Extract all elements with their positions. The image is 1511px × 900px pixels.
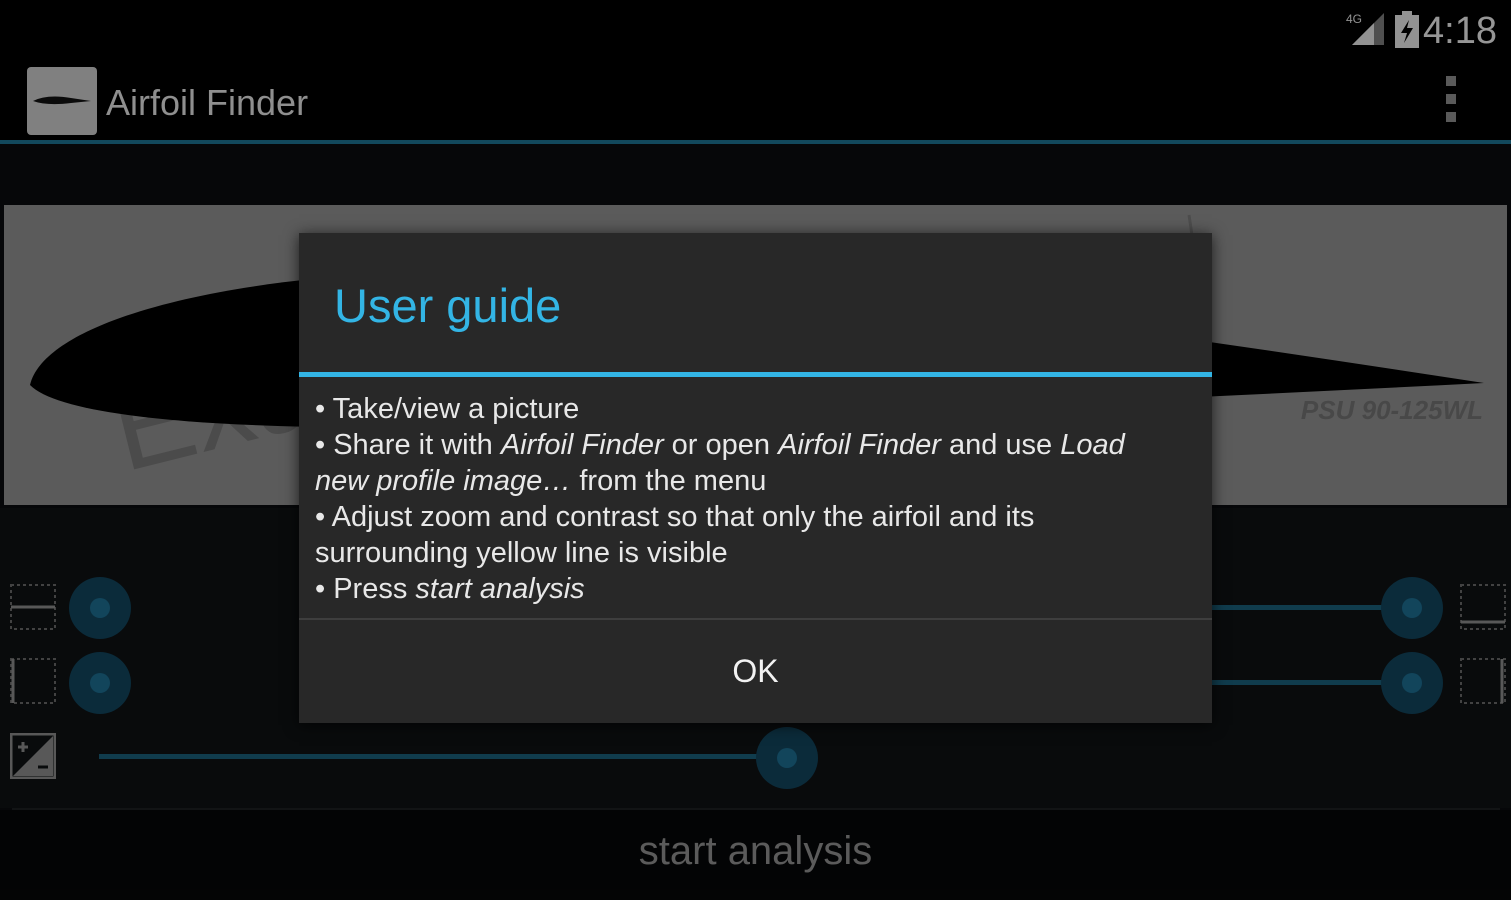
guide-item-3: • Adjust zoom and contrast so that only … (315, 501, 1035, 569)
guide-item-2: • Share it with Airfoil Finder or open A… (315, 429, 1125, 497)
guide-item-4: • Press start analysis (315, 573, 585, 605)
guide-item-1: • Take/view a picture (315, 393, 580, 425)
user-guide-dialog: User guide • Take/view a picture • Share… (299, 233, 1212, 723)
dialog-body: • Take/view a picture • Share it with Ai… (315, 391, 1185, 607)
dialog-title: User guide (334, 279, 562, 332)
ok-button[interactable]: OK (299, 620, 1212, 723)
dialog-title-divider (299, 372, 1212, 377)
